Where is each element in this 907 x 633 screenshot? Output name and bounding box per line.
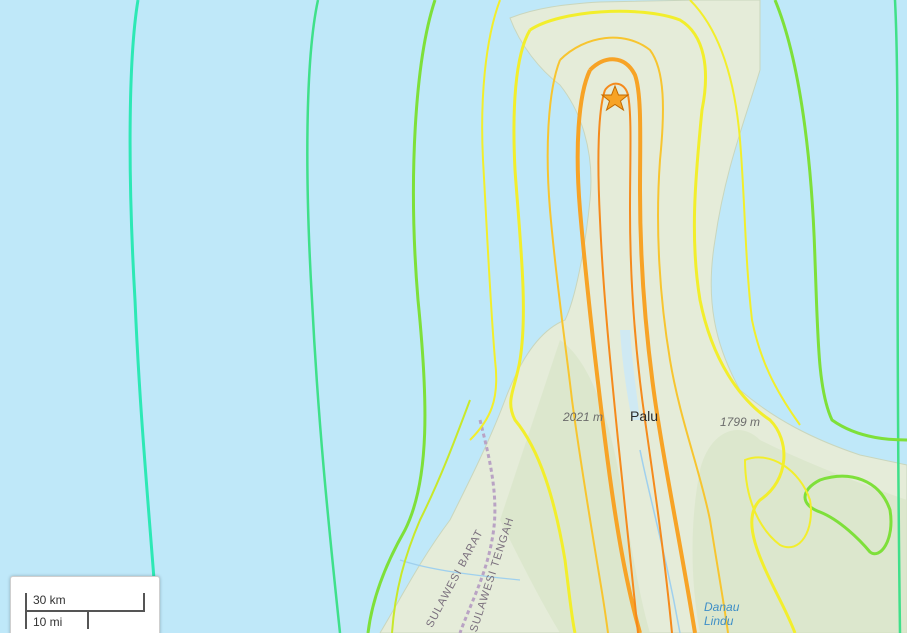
lake-label: Danau Lindu — [704, 600, 740, 628]
scale-bar: 30 km 10 mi — [10, 576, 160, 633]
map-canvas[interactable] — [0, 0, 907, 633]
scale-bar-km-tick — [143, 593, 145, 612]
elevation-label-west: 2021 m — [563, 410, 604, 424]
shakemap-map[interactable]: Palu 2021 m 1799 m Danau Lindu SULAWESI … — [0, 0, 907, 633]
scale-bar-mi-tick — [87, 611, 89, 629]
city-label-palu: Palu — [630, 408, 659, 424]
scale-bar-line — [25, 610, 145, 612]
scale-bar-metric-label: 30 km — [33, 593, 66, 607]
elevation-label-east: 1799 m — [720, 415, 761, 429]
scale-bar-imperial-label: 10 mi — [33, 615, 63, 629]
